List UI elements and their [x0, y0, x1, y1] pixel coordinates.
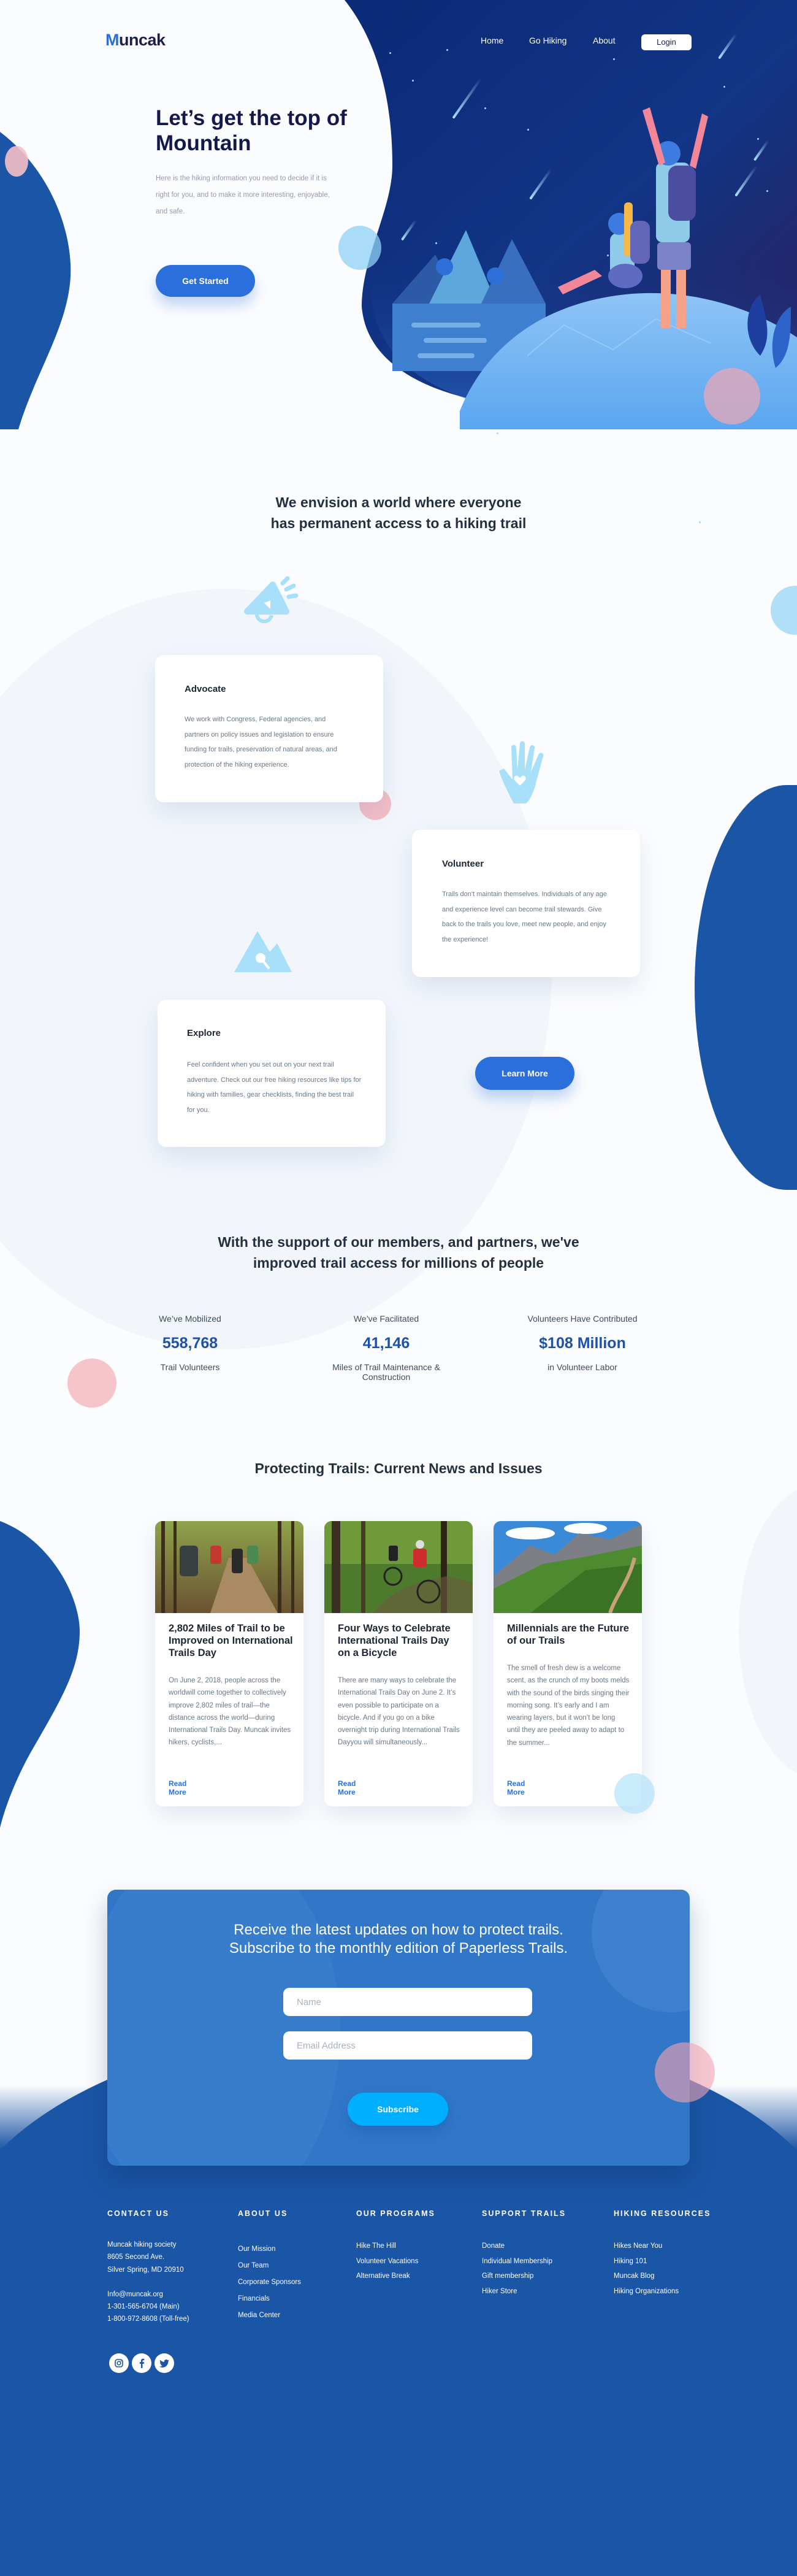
mountain-search-icon: [234, 931, 292, 972]
background-shape: [739, 1484, 797, 1779]
news-image-hikers: [155, 1521, 303, 1613]
read-more-link[interactable]: Read More: [169, 1779, 186, 1796]
footer-link[interactable]: Our Mission: [238, 2241, 301, 2258]
phone-main: 1-301-565-6704 (Main): [107, 2303, 180, 2311]
footer-link[interactable]: Donate: [482, 2239, 566, 2254]
footer-link[interactable]: Media Center: [238, 2307, 301, 2324]
left-blue-blob: [0, 1521, 80, 1828]
footer-heading: OUR PROGRAMS: [356, 2209, 435, 2218]
news-card: Four Ways to Celebrate International Tra…: [324, 1521, 473, 1806]
footer-link[interactable]: Muncak Blog: [614, 2269, 711, 2284]
footer-link[interactable]: Alternative Break: [356, 2269, 435, 2284]
news-title: Protecting Trails: Current News and Issu…: [254, 1460, 543, 1476]
footer-link[interactable]: Hiking Organizations: [614, 2284, 711, 2299]
vision-title: We envision a world where everyone has p…: [270, 494, 527, 531]
learn-more-button[interactable]: Learn More: [475, 1057, 574, 1090]
footer-link[interactable]: Hike The Hill: [356, 2239, 435, 2254]
logo[interactable]: Muncak: [105, 31, 166, 50]
address-line: Muncak hiking society: [107, 2241, 177, 2248]
facebook-button[interactable]: [132, 2353, 151, 2373]
card-title: Advocate: [185, 684, 226, 694]
footer-contact: CONTACT US Muncak hiking society 8605 Se…: [107, 2209, 189, 2326]
footer-link[interactable]: Hiker Store: [482, 2284, 566, 2299]
nav-go-hiking[interactable]: Go Hiking: [529, 36, 566, 45]
card-title: Explore: [187, 1028, 221, 1038]
news-image-cyclists: [324, 1521, 473, 1613]
twitter-button[interactable]: [154, 2353, 174, 2373]
footer-link[interactable]: Gift membership: [482, 2269, 566, 2284]
news-card: 2,802 Miles of Trail to be Improved on I…: [155, 1521, 303, 1806]
login-button[interactable]: Login: [641, 34, 692, 50]
decor-circle-pink: [655, 2042, 715, 2103]
news-excerpt: The smell of fresh dew is a welcome scen…: [507, 1665, 630, 1747]
email-input[interactable]: [283, 2031, 532, 2060]
decor-circle-pink: [704, 368, 760, 424]
read-more-link[interactable]: Read More: [338, 1779, 356, 1796]
footer-link[interactable]: Volunteer Vacations: [356, 2254, 435, 2269]
card-title: Volunteer: [442, 859, 484, 869]
stat-labor: Volunteers Have Contributed $108 Million…: [527, 1314, 638, 1372]
decor-circle-blue: [771, 586, 797, 635]
footer-link[interactable]: Hikes Near You: [614, 2239, 711, 2254]
footer-support: SUPPORT TRAILS Donate Individual Members…: [482, 2209, 566, 2299]
nav-home[interactable]: Home: [481, 36, 503, 45]
news-title: Four Ways to Celebrate International Tra…: [338, 1623, 451, 1658]
news-image-mountain-trail: [494, 1521, 642, 1613]
stats-title: With the support of our members, and par…: [218, 1234, 579, 1271]
decor-circle-pink: [5, 146, 28, 177]
footer-link[interactable]: Corporate Sponsors: [238, 2274, 301, 2291]
newsletter-title: Receive the latest updates on how to pro…: [229, 1922, 568, 1957]
address-line: 8605 Second Ave.: [107, 2253, 165, 2261]
decor-circle-pink: [67, 1359, 116, 1408]
email-link[interactable]: Info@muncak.org: [107, 2288, 189, 2301]
stat-volunteers: We’ve Mobilized 558,768 Trail Volunteers: [159, 1314, 221, 1372]
footer-heading: SUPPORT TRAILS: [482, 2209, 566, 2218]
news-excerpt: There are many ways to celebrate the Int…: [338, 1677, 460, 1747]
twitter-icon: [159, 2359, 169, 2367]
address-line: Silver Spring, MD 20910: [107, 2266, 184, 2274]
newsletter-panel: Receive the latest updates on how to pro…: [107, 1890, 690, 2166]
subscribe-button[interactable]: Subscribe: [348, 2093, 448, 2126]
card-text: Feel confident when you set out on your …: [187, 1061, 362, 1114]
hero-illustration: [0, 0, 797, 523]
footer-heading: HIKING RESOURCES: [614, 2209, 711, 2218]
footer-about: ABOUT US Our Mission Our Team Corporate …: [238, 2209, 301, 2324]
stat-miles: We’ve Facilitated 41,146 Miles of Trail …: [332, 1314, 440, 1382]
top-navbar: Muncak Home Go Hiking About Login: [0, 29, 797, 56]
explore-card: Explore Feel confident when you set out …: [158, 1000, 386, 1147]
card-text: Trails don't maintain themselves. Indivi…: [442, 891, 607, 943]
facebook-icon: [139, 2358, 145, 2368]
megaphone-icon: [244, 576, 299, 624]
footer-heading: CONTACT US: [107, 2209, 170, 2218]
footer-link[interactable]: Hiking 101: [614, 2254, 711, 2269]
footer-resources: HIKING RESOURCES Hikes Near You Hiking 1…: [614, 2209, 711, 2299]
card-text: We work with Congress, Federal agencies,…: [185, 716, 337, 769]
name-input[interactable]: [283, 1988, 532, 2016]
volunteer-card: Volunteer Trails don't maintain themselv…: [412, 830, 640, 977]
read-more-link[interactable]: Read More: [507, 1779, 525, 1796]
footer-link[interactable]: Individual Membership: [482, 2254, 566, 2269]
footer-link[interactable]: Our Team: [238, 2258, 301, 2274]
footer-programs: OUR PROGRAMS Hike The Hill Volunteer Vac…: [356, 2209, 435, 2284]
hero-subtitle: Here is the hiking information you need …: [156, 175, 330, 215]
decor-circle-blue: [614, 1773, 655, 1814]
news-excerpt: On June 2, 2018, people across the world…: [169, 1677, 291, 1747]
hand-heart-icon: [499, 741, 544, 803]
news-title: Millennials are the Future of our Trails: [507, 1623, 629, 1646]
hero-title: Let’s get the top of Mountain: [156, 106, 347, 155]
nav-about[interactable]: About: [593, 36, 616, 45]
decor-circle-blue: [338, 226, 381, 270]
get-started-button[interactable]: Get Started: [156, 265, 255, 297]
news-title: 2,802 Miles of Trail to be Improved on I…: [169, 1623, 293, 1658]
right-blue-blob: [695, 785, 797, 1190]
instagram-icon: [115, 2359, 123, 2367]
advocate-card: Advocate We work with Congress, Federal …: [155, 655, 383, 802]
phone-toll-free: 1-800-972-8608 (Toll-free): [107, 2315, 189, 2323]
footer-heading: ABOUT US: [238, 2209, 288, 2218]
instagram-button[interactable]: [109, 2353, 129, 2373]
footer-link[interactable]: Financials: [238, 2291, 301, 2307]
news-card: Millennials are the Future of our Trails…: [494, 1521, 642, 1806]
